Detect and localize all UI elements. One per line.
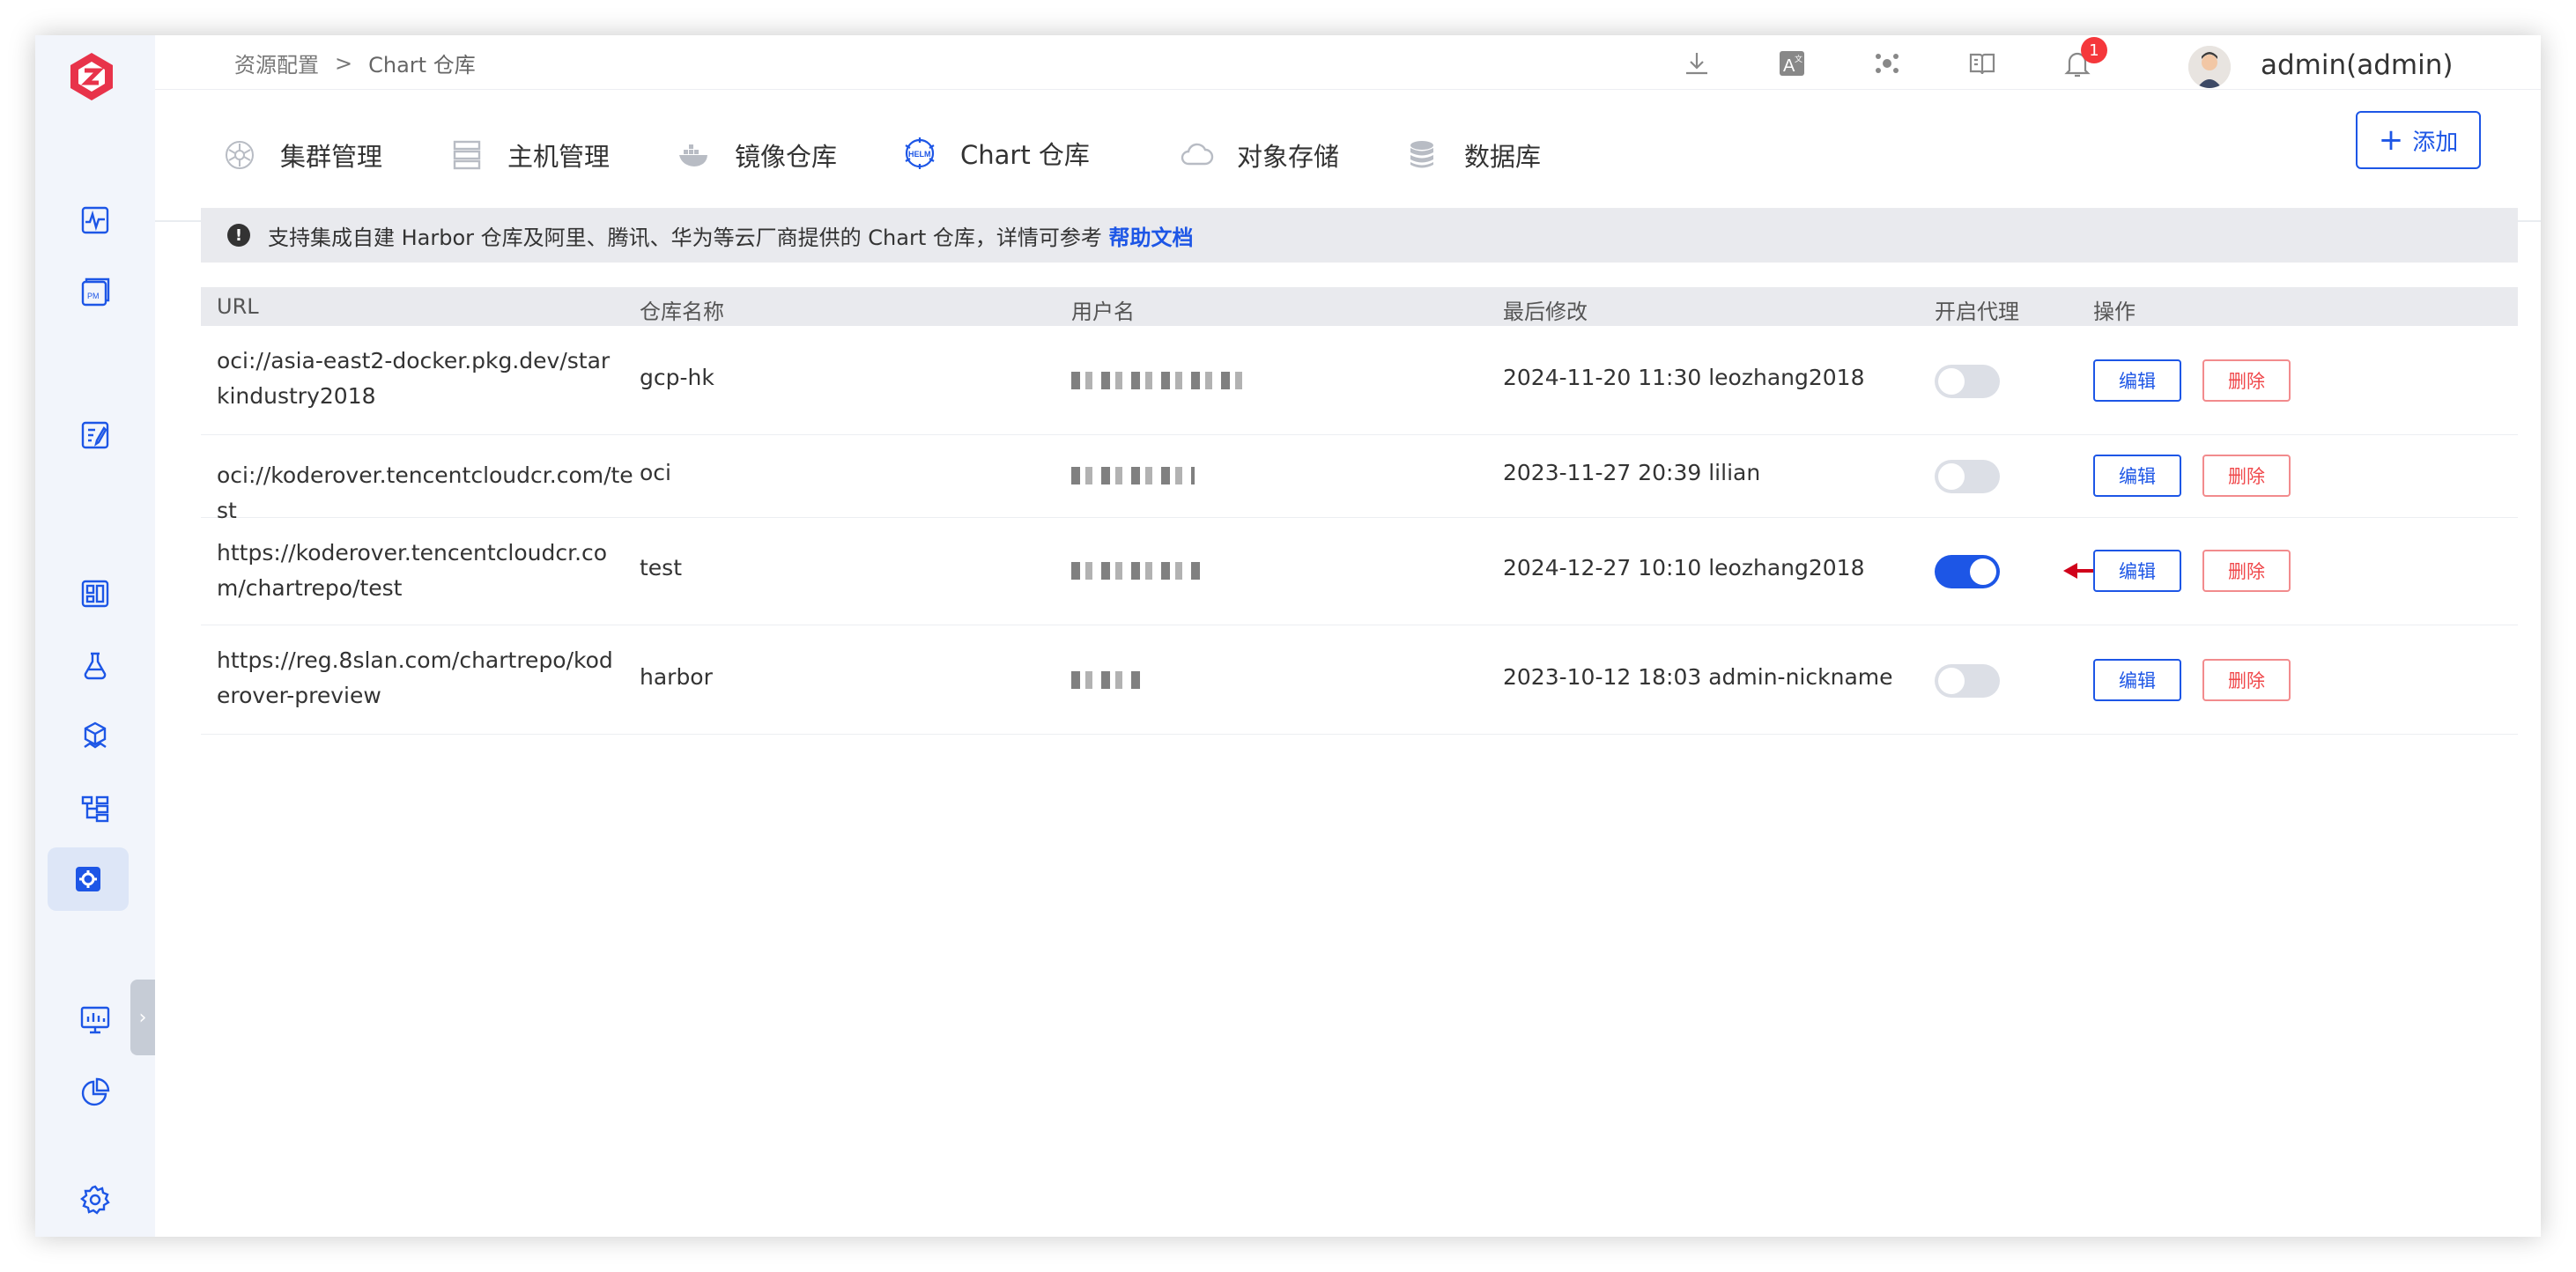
column-header-repo-name: 仓库名称 (640, 300, 724, 324)
download-icon[interactable] (1677, 44, 1716, 83)
masked-username (1071, 562, 1203, 580)
resource-config-icon[interactable] (48, 847, 129, 911)
tab-label: 主机管理 (507, 142, 611, 172)
header-actions: A文 1 admin(admin) ⋮ (155, 37, 2541, 88)
dashboard-icon[interactable] (72, 571, 118, 617)
column-header-last-modified: 最后修改 (1503, 300, 1588, 324)
tab-database[interactable]: 数据库 (1387, 90, 1560, 220)
repo-name: test (640, 555, 683, 581)
info-banner-text: 支持集成自建 Harbor 仓库及阿里、腾讯、华为等云厂商提供的 Chart 仓… (268, 225, 1102, 250)
table-row: https://koderover.tencentcloudcr.com/cha… (201, 518, 2518, 625)
notification-bell-icon[interactable]: 1 (2058, 37, 2107, 83)
edit-button[interactable]: 编辑 (2093, 550, 2181, 592)
column-header-url: URL (217, 294, 259, 319)
proxy-toggle[interactable] (1935, 664, 2000, 698)
column-header-username: 用户名 (1071, 300, 1135, 324)
svg-text:文: 文 (1795, 54, 1802, 63)
masked-username (1071, 467, 1195, 484)
pie-chart-icon[interactable] (72, 1069, 118, 1115)
tab-cluster[interactable]: 集群管理 (203, 90, 402, 220)
tab-host[interactable]: 主机管理 (430, 90, 629, 220)
project-management-icon[interactable]: PM (72, 270, 118, 315)
proxy-toggle[interactable] (1935, 460, 2000, 493)
package-hand-icon[interactable] (72, 714, 118, 759)
masked-username (1071, 671, 1142, 689)
table-row: oci://asia-east2-docker.pkg.dev/starkind… (201, 326, 2518, 435)
edit-button[interactable]: 编辑 (2093, 359, 2181, 402)
monitor-pulse-icon[interactable] (72, 197, 118, 243)
settings-gear-icon[interactable] (72, 1177, 118, 1223)
edit-button[interactable]: 编辑 (2093, 659, 2181, 701)
repo-url: https://reg.8slan.com/chartrepo/koderove… (217, 647, 613, 708)
tab-label: 镜像仓库 (735, 142, 838, 172)
resource-tabs: 集群管理 主机管理 镜像仓库 HELM Chart 仓库 对象存储 数据库 + … (155, 90, 2541, 222)
logo-icon[interactable] (65, 49, 118, 106)
tab-chart-repo[interactable]: HELM Chart 仓库 (883, 90, 1109, 220)
more-menu-icon[interactable]: ⋮ (2534, 49, 2541, 80)
last-modified: 2024-11-20 11:30 leozhang2018 (1503, 365, 1865, 390)
translate-icon[interactable]: A文 (1773, 44, 1811, 83)
top-bar: 资源配置 > Chart 仓库 A文 1 admin(admin) (155, 35, 2541, 90)
table-row: oci://koderover.tencentcloudcr.com/test … (201, 435, 2518, 523)
chart-repo-table: URL 仓库名称 用户名 最后修改 开启代理 操作 oci://asia-eas… (201, 287, 2518, 735)
delete-button[interactable]: 删除 (2202, 455, 2291, 497)
delete-button[interactable]: 删除 (2202, 359, 2291, 402)
last-modified: 2024-12-27 10:10 leozhang2018 (1503, 555, 1865, 581)
last-modified: 2023-10-12 18:03 admin-nickname (1503, 664, 1893, 690)
tab-object-storage[interactable]: 对象存储 (1159, 90, 1358, 220)
add-button[interactable]: + 添加 (2356, 111, 2481, 169)
table-header: URL 仓库名称 用户名 最后修改 开启代理 操作 (201, 287, 2518, 326)
sidebar: PM › (35, 35, 155, 1237)
screen-chart-icon[interactable] (72, 997, 118, 1043)
alert-circle-icon: ! (227, 224, 250, 247)
tab-label: Chart 仓库 (960, 140, 1090, 170)
repo-name: harbor (640, 664, 713, 690)
edit-note-icon[interactable] (72, 412, 118, 458)
tab-label: 数据库 (1464, 142, 1542, 172)
avatar[interactable] (2188, 46, 2231, 88)
network-icon[interactable] (1868, 44, 1906, 83)
tab-image-registry[interactable]: 镜像仓库 (657, 90, 856, 220)
workflow-tree-icon[interactable] (72, 786, 118, 832)
book-icon[interactable] (1963, 44, 2002, 83)
column-header-proxy: 开启代理 (1935, 300, 2019, 324)
flask-icon[interactable] (72, 643, 118, 689)
column-header-actions: 操作 (2093, 300, 2136, 324)
edit-button[interactable]: 编辑 (2093, 455, 2181, 497)
sidebar-expand-toggle[interactable]: › (130, 980, 155, 1055)
last-modified: 2023-11-27 20:39 lilian (1503, 460, 1761, 485)
delete-button[interactable]: 删除 (2202, 659, 2291, 701)
svg-text:HELM: HELM (908, 150, 931, 159)
repo-url: https://koderover.tencentcloudcr.com/cha… (217, 540, 608, 601)
add-button-label: 添加 (2412, 129, 2459, 156)
svg-text:PM: PM (87, 292, 100, 300)
tab-label: 对象存储 (1237, 142, 1340, 172)
tab-label: 集群管理 (280, 142, 383, 172)
repo-name: oci (640, 460, 671, 485)
proxy-toggle[interactable] (1935, 365, 2000, 398)
repo-url: oci://asia-east2-docker.pkg.dev/starkind… (217, 348, 611, 409)
info-banner: ! 支持集成自建 Harbor 仓库及阿里、腾讯、华为等云厂商提供的 Chart… (201, 208, 2518, 263)
help-doc-link[interactable]: 帮助文档 (1109, 226, 1194, 250)
plus-icon: + (2378, 122, 2404, 158)
app-window: PM › 资源配置 > Chart 仓库 A 文 1 admin(admin) … (35, 35, 2541, 1237)
proxy-toggle[interactable] (1935, 555, 2000, 588)
table-row: https://reg.8slan.com/chartrepo/koderove… (201, 625, 2518, 735)
svg-text:A: A (1783, 56, 1795, 76)
username[interactable]: admin(admin) (2261, 49, 2453, 81)
delete-button[interactable]: 删除 (2202, 550, 2291, 592)
notification-badge: 1 (2081, 37, 2107, 63)
masked-username (1071, 372, 1244, 389)
repo-name: gcp-hk (640, 365, 714, 390)
